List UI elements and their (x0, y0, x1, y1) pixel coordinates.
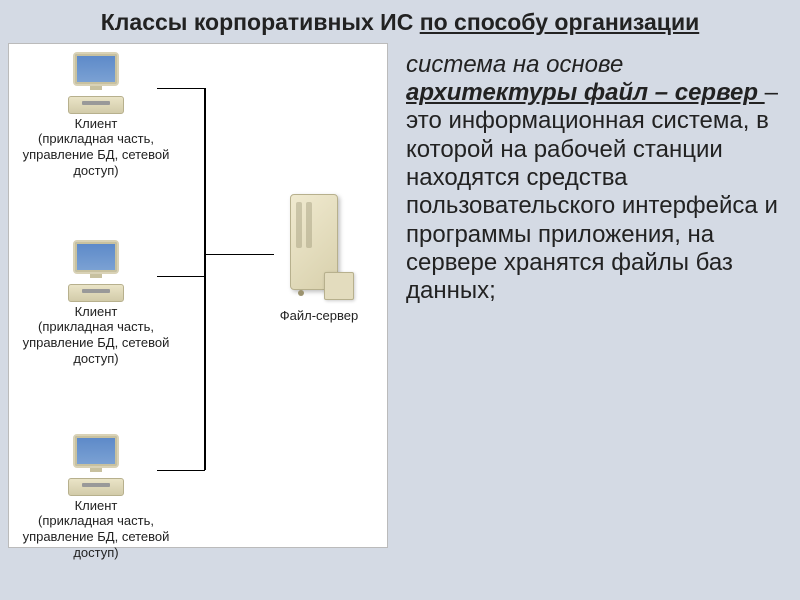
client-3-detail: (прикладная часть, управление БД, сетево… (11, 513, 181, 560)
title-plain: Классы корпоративных ИС (101, 9, 420, 35)
server: Файл-сервер (269, 194, 369, 323)
client-3-name: Клиент (11, 498, 181, 514)
diagram-panel: Клиент (прикладная часть, управление БД,… (8, 43, 388, 548)
client-1-detail: (прикладная часть, управление БД, сетево… (11, 131, 181, 178)
client-1: Клиент (прикладная часть, управление БД,… (11, 52, 181, 178)
computer-icon (65, 240, 127, 302)
desc-architecture: архитектуры файл – сервер (406, 79, 765, 106)
computer-icon (65, 434, 127, 496)
network-bus-to-server (204, 254, 274, 256)
slide-content: Клиент (прикладная часть, управление БД,… (0, 43, 800, 548)
desc-rest: – это информационная система, в которой … (406, 79, 778, 304)
desc-lead: система на основе (406, 51, 623, 78)
client-1-name: Клиент (11, 116, 181, 132)
slide-title: Классы корпоративных ИС по способу орган… (0, 0, 800, 43)
client-2-name: Клиент (11, 304, 181, 320)
title-underlined: по способу организации (420, 9, 700, 35)
client-3: Клиент (прикладная часть, управление БД,… (11, 434, 181, 560)
description-text: система на основе архитектуры файл – сер… (388, 43, 800, 548)
server-label: Файл-сервер (269, 308, 369, 323)
client-2-detail: (прикладная часть, управление БД, сетево… (11, 319, 181, 366)
computer-icon (65, 52, 127, 114)
server-icon (284, 194, 354, 304)
client-2: Клиент (прикладная часть, управление БД,… (11, 240, 181, 366)
network-bus-vertical (204, 88, 206, 470)
